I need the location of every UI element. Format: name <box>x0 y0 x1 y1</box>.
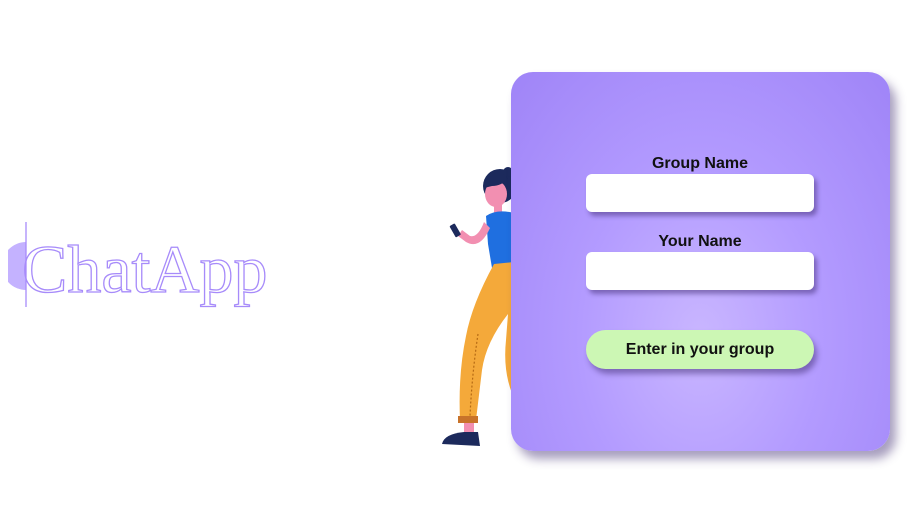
logo-text: ChatApp <box>22 231 268 307</box>
join-group-card: Group Name Your Name Enter in your group <box>511 72 890 451</box>
enter-group-button[interactable]: Enter in your group <box>586 330 814 369</box>
your-name-label: Your Name <box>658 233 742 250</box>
group-name-input[interactable] <box>586 174 814 212</box>
group-name-label: Group Name <box>651 155 748 172</box>
chatapp-logo: ChatApp <box>8 218 308 314</box>
landing-page: ChatApp Group Name Your Name Enter in yo… <box>0 0 920 512</box>
your-name-input[interactable] <box>586 252 814 290</box>
